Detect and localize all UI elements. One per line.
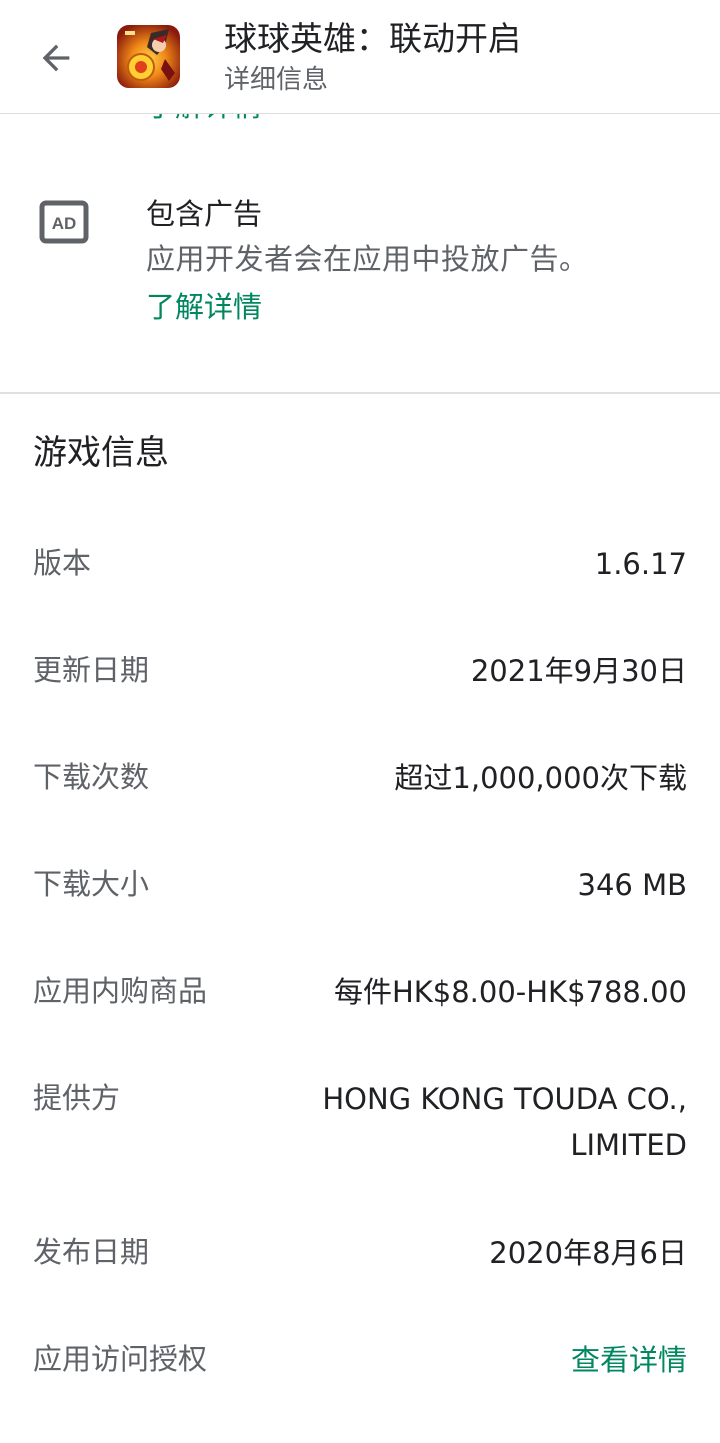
- app-icon: [117, 25, 180, 88]
- ad-icon: AD: [39, 200, 89, 244]
- info-label: 提供方: [33, 1081, 121, 1115]
- info-label: 更新日期: [33, 653, 150, 687]
- game-info-title: 游戏信息: [33, 433, 169, 473]
- info-label: 版本: [33, 546, 92, 580]
- info-value: 每件HK$8.00-HK$788.00: [333, 975, 687, 1009]
- info-label: 应用内购商品: [33, 974, 208, 1008]
- back-button[interactable]: [28, 30, 84, 86]
- ads-section: AD 包含广告 应用开发者会在应用中投放广告。 了解详情: [0, 114, 720, 394]
- app-subtitle: 详细信息: [224, 65, 329, 95]
- info-label: 发布日期: [33, 1235, 150, 1269]
- ad-icon-text: AD: [52, 214, 77, 233]
- info-label: 下载次数: [33, 760, 150, 794]
- view-permissions-link[interactable]: 查看详情: [571, 1337, 687, 1383]
- info-value: 1.6.17: [594, 547, 687, 581]
- ads-learn-more-link[interactable]: 了解详情: [146, 287, 262, 327]
- info-label: 下载大小: [33, 867, 150, 901]
- app-title: 球球英雄：联动开启: [224, 19, 521, 58]
- arrow-back-icon: [42, 44, 70, 72]
- info-value: 超过1,000,000次下载: [394, 761, 687, 795]
- info-label: 应用访问授权: [33, 1342, 208, 1376]
- info-value: 2020年8月6日: [489, 1236, 687, 1270]
- ads-description: 应用开发者会在应用中投放广告。: [146, 242, 589, 276]
- info-value: 346 MB: [577, 868, 688, 902]
- info-value: HONG KONG TOUDA CO., LIMITED: [322, 1082, 687, 1162]
- ads-title: 包含广告: [146, 197, 263, 231]
- app-bar: 球球英雄：联动开启 详细信息: [0, 0, 720, 114]
- info-value: 2021年9月30日: [470, 654, 687, 688]
